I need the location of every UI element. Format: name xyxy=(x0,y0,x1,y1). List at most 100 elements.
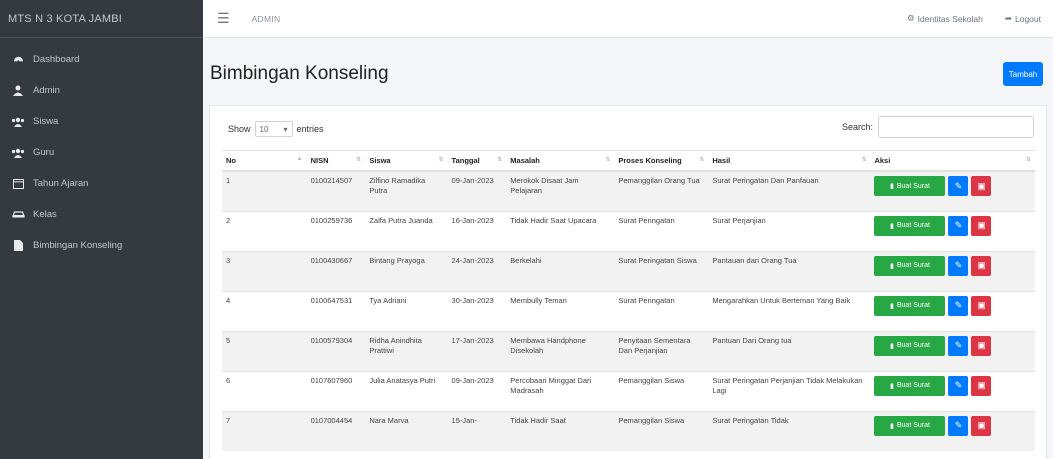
cell-siswa: Tya Adriani xyxy=(365,290,448,331)
entries-label: entries xyxy=(296,124,324,134)
cell-hasil: Mengarahkan Untuk Berteman Yang Baik xyxy=(708,290,871,331)
sort-icon: ⇅ xyxy=(1025,157,1031,163)
trash-icon: ▣ xyxy=(977,220,986,230)
buat-surat-label: Buat Surat xyxy=(896,262,930,269)
show-label: Show xyxy=(228,124,251,134)
delete-button[interactable]: ▣ xyxy=(971,335,992,356)
cell-nisn: 0100579304 xyxy=(306,330,366,371)
buat-surat-button[interactable]: ▮ Buat Surat xyxy=(874,295,946,316)
buat-surat-button[interactable]: ▮ Buat Surat xyxy=(874,415,946,436)
buat-surat-button[interactable]: ▮ Buat Surat xyxy=(874,255,946,276)
col-header-hasil[interactable]: Hasil ⇅ xyxy=(708,150,871,172)
cell-nisn: 0100647531 xyxy=(306,290,366,331)
cell-nisn: 0107607960 xyxy=(306,370,366,411)
delete-button[interactable]: ▣ xyxy=(971,255,992,276)
sidebar-item-admin[interactable]: Admin xyxy=(0,75,203,106)
col-header-proses[interactable]: Proses Konseling ⇅ xyxy=(614,150,709,172)
cell-hasil: Surat Peringatan Perjanjian Tidak Melaku… xyxy=(708,370,871,411)
edit-button[interactable]: ✎ xyxy=(948,295,969,316)
dashboard-icon xyxy=(10,54,26,65)
identitas-sekolah-link[interactable]: ⚙ Identitas Sekolah xyxy=(907,13,983,24)
user-icon xyxy=(10,85,26,96)
sort-icon: ⇅ xyxy=(699,157,705,163)
edit-icon: ✎ xyxy=(954,420,963,430)
delete-button[interactable]: ▣ xyxy=(971,375,992,396)
edit-button[interactable]: ✎ xyxy=(948,255,969,276)
sidebar-item-kelas[interactable]: Kelas xyxy=(0,199,203,230)
table-row: 6 0107607960 Julia Anatasya Putri 09-Jan… xyxy=(222,370,1035,411)
sidebar-item-label: Tahun Ajaran xyxy=(33,178,89,189)
table-row: 4 0100647531 Tya Adriani 30-Jan-2023 Mem… xyxy=(222,290,1035,331)
table-search: Search: xyxy=(842,116,1034,138)
main-content: Bimbingan Konseling Tambah Show 10 ▾ ent… xyxy=(203,38,1053,459)
sidebar-item-label: Admin xyxy=(33,85,60,96)
cell-proses: Pemanggilan Orang Tua xyxy=(614,170,709,211)
cell-nisn: 0100214507 xyxy=(306,170,366,211)
table-row: 5 0100579304 Ridha Anindhita Prattiwi 17… xyxy=(222,330,1035,371)
edit-button[interactable]: ✎ xyxy=(948,335,969,356)
sidebar-item-label: Siswa xyxy=(33,116,59,127)
cell-nisn: 0100259736 xyxy=(306,210,366,251)
sidebar: MTS N 3 KOTA JAMBI Dashboard Admin Siswa… xyxy=(0,0,203,459)
entries-select[interactable]: 10 ▾ xyxy=(254,121,293,137)
sort-icon: ▲ xyxy=(296,156,303,162)
sidebar-item-dashboard[interactable]: Dashboard xyxy=(0,44,203,75)
edit-button[interactable]: ✎ xyxy=(948,375,969,396)
cell-masalah: Tidak Hadir Saat xyxy=(506,410,615,451)
trash-icon: ▣ xyxy=(977,420,986,430)
buat-surat-button[interactable]: ▮ Buat Surat xyxy=(874,375,946,396)
sidebar-nav: Dashboard Admin Siswa Guru Tahun Ajaran xyxy=(0,38,203,261)
cell-aksi: ▮ Buat Surat ✎ ▣ xyxy=(870,290,1035,331)
col-header-label: Proses Konseling xyxy=(618,156,682,165)
delete-button[interactable]: ▣ xyxy=(971,215,992,236)
sidebar-item-tahun-ajaran[interactable]: Tahun Ajaran xyxy=(0,168,203,199)
buat-surat-button[interactable]: ▮ Buat Surat xyxy=(874,335,946,356)
cell-no: 6 xyxy=(222,370,307,411)
edit-icon: ✎ xyxy=(954,300,963,310)
col-header-no[interactable]: No ▲ xyxy=(222,150,307,172)
table-row: 7 0107004454 Nara Marva 15-Jan- Tidak Ha… xyxy=(222,410,1035,451)
sort-icon: ⇅ xyxy=(605,157,611,163)
col-header-nisn[interactable]: NISN ⇅ xyxy=(306,150,366,172)
col-header-tanggal[interactable]: Tanggal ⇅ xyxy=(447,150,507,172)
cell-siswa: Ridha Anindhita Prattiwi xyxy=(365,330,448,371)
cell-tanggal: 24-Jan-2023 xyxy=(447,250,507,291)
buat-surat-button[interactable]: ▮ Buat Surat xyxy=(874,215,946,236)
edit-button[interactable]: ✎ xyxy=(948,215,969,236)
cell-hasil: Surat Peringatan Dan Panfauan xyxy=(708,170,871,211)
cell-hasil: Surat Peringatan Tidak xyxy=(708,410,871,451)
edit-button[interactable]: ✎ xyxy=(948,176,969,196)
col-header-siswa[interactable]: Siswa ⇅ xyxy=(365,150,448,172)
search-input[interactable] xyxy=(878,116,1034,138)
logout-label: Logout xyxy=(1015,13,1041,24)
buat-surat-label: Buat Surat xyxy=(896,182,930,190)
delete-button[interactable]: ▣ xyxy=(971,295,992,316)
cell-siswa: Nara Marva xyxy=(365,410,448,451)
file-icon xyxy=(10,240,26,251)
entries-select-value: 10 xyxy=(259,124,269,134)
col-header-aksi[interactable]: Aksi ⇅ xyxy=(870,150,1035,172)
edit-button[interactable]: ✎ xyxy=(948,415,969,436)
delete-button[interactable]: ▣ xyxy=(971,415,992,436)
file-icon: ▮ xyxy=(890,382,894,390)
col-header-label: Siswa xyxy=(369,156,391,165)
buat-surat-button[interactable]: ▮ Buat Surat xyxy=(874,176,946,196)
logout-link[interactable]: ➦ Logout xyxy=(1005,13,1041,24)
sidebar-item-guru[interactable]: Guru xyxy=(0,137,203,168)
cell-proses: Pemanggilan Siswa xyxy=(614,410,709,451)
sidebar-item-label: Dashboard xyxy=(33,54,80,65)
sidebar-item-bimbingan-konseling[interactable]: Bimbingan Konseling xyxy=(0,230,203,261)
cell-no: 5 xyxy=(222,330,307,371)
col-header-label: Tanggal xyxy=(451,156,480,165)
file-icon: ▮ xyxy=(890,183,894,190)
col-header-masalah[interactable]: Masalah ⇅ xyxy=(506,150,615,172)
cell-proses: Surat Peringatan Siswa xyxy=(614,250,709,291)
brand-title[interactable]: MTS N 3 KOTA JAMBI xyxy=(0,0,203,38)
topbar-right: ⚙ Identitas Sekolah ➦ Logout xyxy=(907,13,1053,24)
data-table-card: Show 10 ▾ entries Search: No ▲ NISN ⇅ Sisw… xyxy=(209,105,1047,459)
delete-button[interactable]: ▣ xyxy=(971,176,992,196)
menu-toggle-icon[interactable]: ☰ xyxy=(217,10,230,27)
add-button[interactable]: Tambah xyxy=(1003,62,1043,86)
cell-tanggal: 15-Jan- xyxy=(447,410,507,451)
sidebar-item-siswa[interactable]: Siswa xyxy=(0,106,203,137)
